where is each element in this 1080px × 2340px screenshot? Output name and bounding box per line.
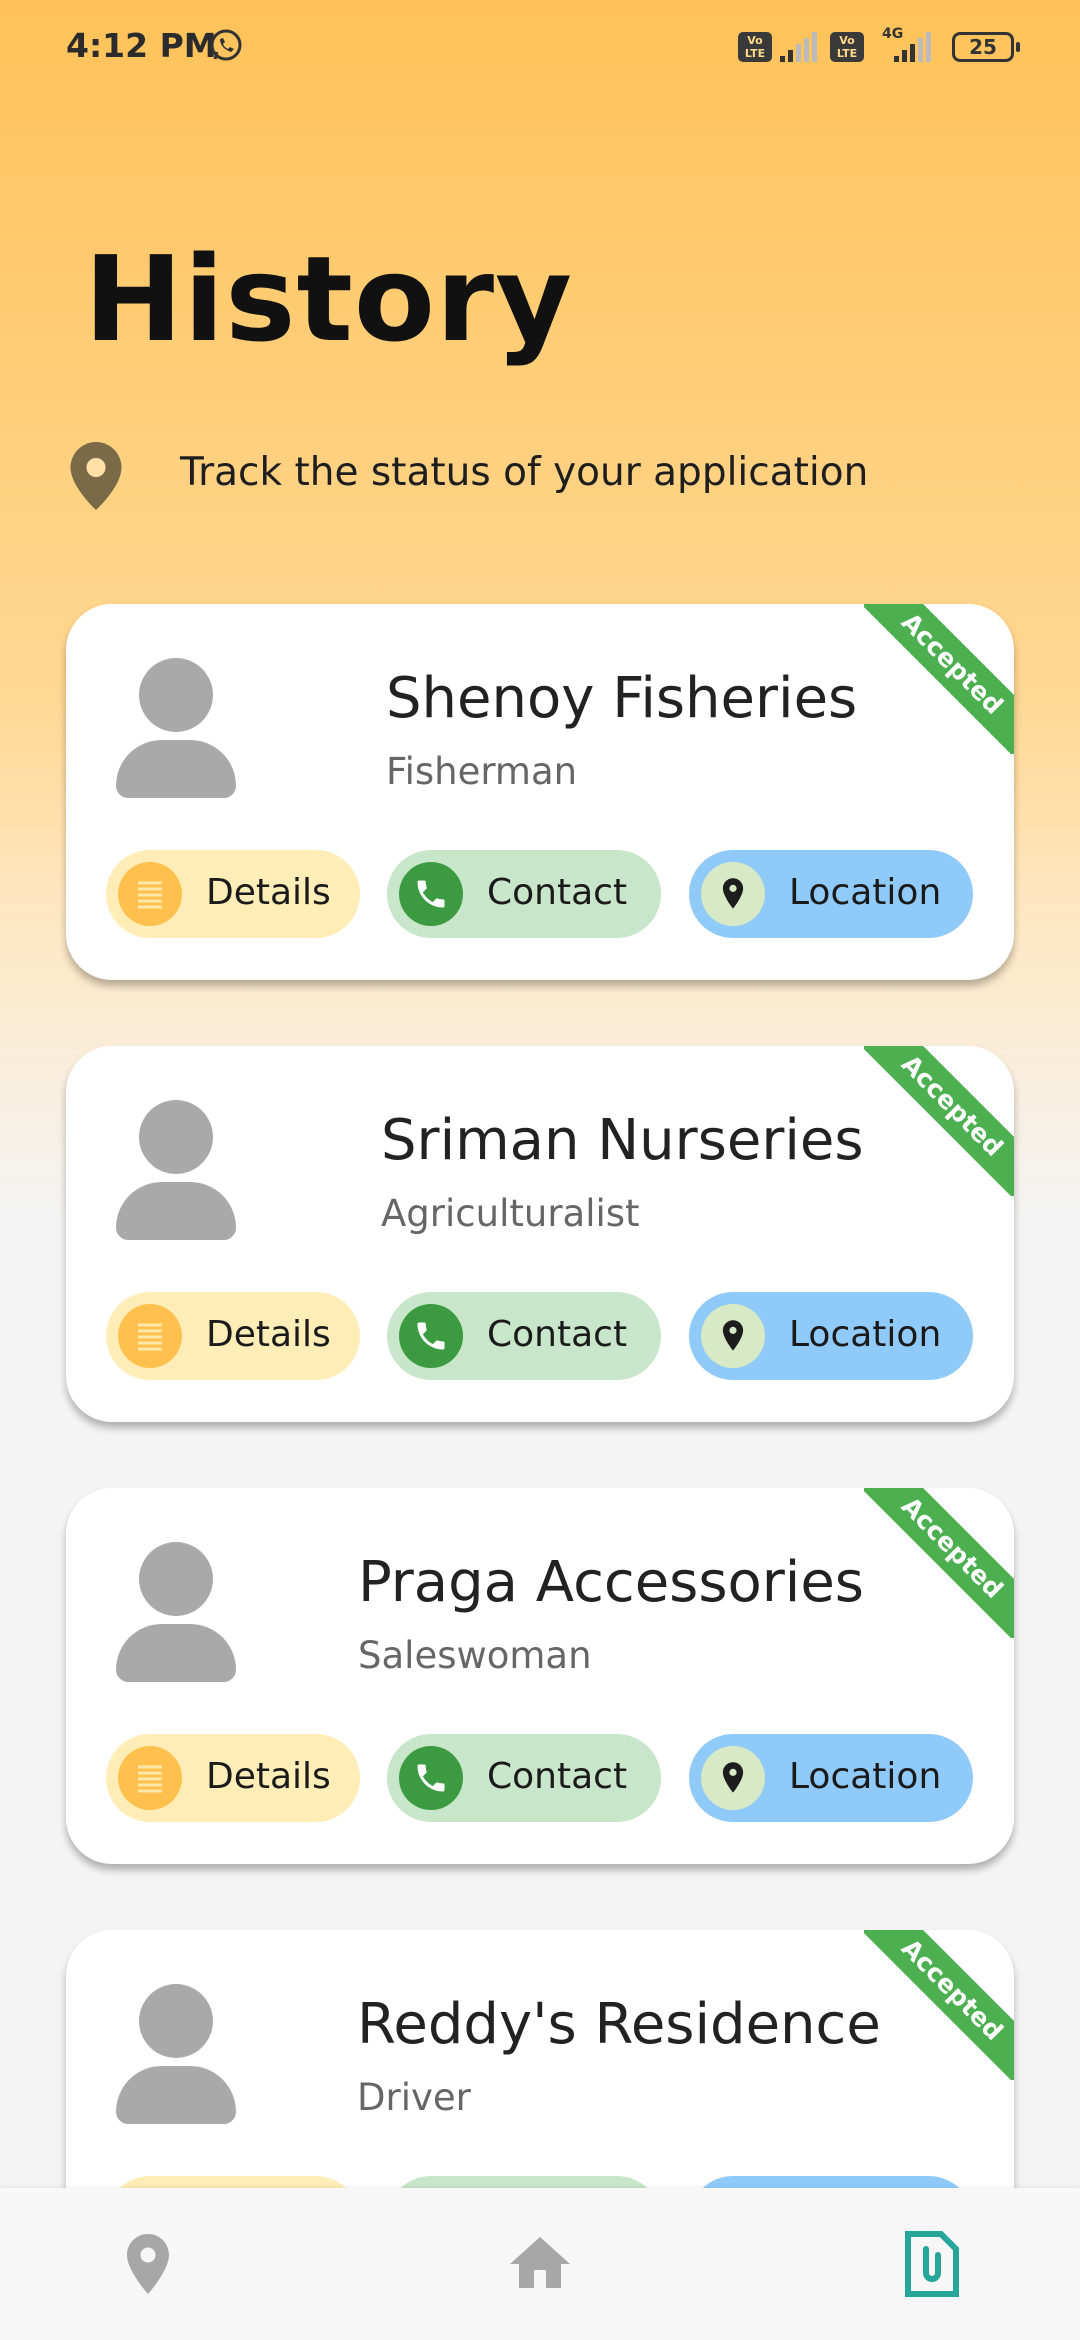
details-button[interactable]: Details xyxy=(106,1292,360,1380)
avatar xyxy=(116,658,236,798)
phone-icon xyxy=(417,1322,445,1350)
battery-indicator: 25 xyxy=(952,32,1020,62)
phone-icon xyxy=(417,880,445,908)
applicant-role: Saleswoman xyxy=(358,1634,592,1677)
contact-label: Contact xyxy=(487,1756,628,1797)
contact-button[interactable]: Contact xyxy=(387,850,661,938)
status-badge: Accepted xyxy=(864,1930,1014,2080)
details-button[interactable]: Details xyxy=(106,850,360,938)
location-button[interactable]: Location xyxy=(689,1292,973,1380)
nav-location-pin-icon[interactable] xyxy=(112,2228,184,2300)
list-icon xyxy=(138,881,162,909)
status-ribbon: Accepted xyxy=(864,1046,1014,1196)
location-button[interactable]: Location xyxy=(689,1734,973,1822)
application-card[interactable]: Accepted Sriman Nurseries Agriculturalis… xyxy=(66,1046,1014,1422)
status-ribbon: Accepted xyxy=(864,1930,1014,2080)
details-label: Details xyxy=(206,872,331,913)
avatar xyxy=(116,1984,236,2124)
avatar xyxy=(116,1100,236,1240)
application-card[interactable]: Accepted Shenoy Fisheries Fisherman Deta… xyxy=(66,604,1014,980)
map-pin-icon xyxy=(722,1762,744,1793)
application-card[interactable]: Accepted Praga Accessories Saleswoman De… xyxy=(66,1488,1014,1864)
list-icon xyxy=(138,1765,162,1793)
phone-icon xyxy=(417,1764,445,1792)
status-bar: 4:12 PM Vo LTE Vo LTE 4G 25 xyxy=(0,0,1080,95)
bottom-navigation xyxy=(0,2188,1080,2340)
status-badge: Accepted xyxy=(864,1488,1014,1638)
contact-button[interactable]: Contact xyxy=(387,1292,661,1380)
contact-button[interactable]: Contact xyxy=(387,1734,661,1822)
applicant-role: Fisherman xyxy=(386,750,578,793)
status-ribbon: Accepted xyxy=(864,604,1014,754)
status-ribbon: Accepted xyxy=(864,1488,1014,1638)
location-pin-icon xyxy=(70,442,122,510)
contact-label: Contact xyxy=(487,1314,628,1355)
nav-documents-icon[interactable] xyxy=(896,2228,968,2300)
details-label: Details xyxy=(206,1756,331,1797)
status-time: 4:12 PM xyxy=(66,26,217,65)
applicant-name: Sriman Nurseries xyxy=(381,1108,864,1173)
location-button[interactable]: Location xyxy=(689,850,973,938)
map-pin-icon xyxy=(722,878,744,909)
list-icon xyxy=(138,1323,162,1351)
details-button[interactable]: Details xyxy=(106,1734,360,1822)
signal-icon xyxy=(780,32,817,62)
status-badge: Accepted xyxy=(864,604,1014,754)
map-pin-icon xyxy=(722,1320,744,1351)
applicant-role: Agriculturalist xyxy=(381,1192,640,1235)
volte-badge-2: Vo LTE xyxy=(830,32,864,62)
location-label: Location xyxy=(789,872,942,913)
status-badge: Accepted xyxy=(864,1046,1014,1196)
applicant-name: Shenoy Fisheries xyxy=(386,666,858,731)
subtitle-row: Track the status of your application xyxy=(70,438,970,510)
signal-icon-2 xyxy=(894,32,931,62)
applicant-name: Reddy's Residence xyxy=(357,1992,881,2057)
whatsapp-icon xyxy=(210,29,242,61)
volte-badge: Vo LTE xyxy=(738,32,772,62)
avatar xyxy=(116,1542,236,1682)
details-label: Details xyxy=(206,1314,331,1355)
applicant-name: Praga Accessories xyxy=(358,1550,864,1615)
location-label: Location xyxy=(789,1756,942,1797)
contact-label: Contact xyxy=(487,872,628,913)
location-label: Location xyxy=(789,1314,942,1355)
applicant-role: Driver xyxy=(357,2076,471,2119)
page-subtitle: Track the status of your application xyxy=(180,450,869,495)
nav-home-icon[interactable] xyxy=(504,2228,576,2300)
page-title: History xyxy=(84,230,574,368)
